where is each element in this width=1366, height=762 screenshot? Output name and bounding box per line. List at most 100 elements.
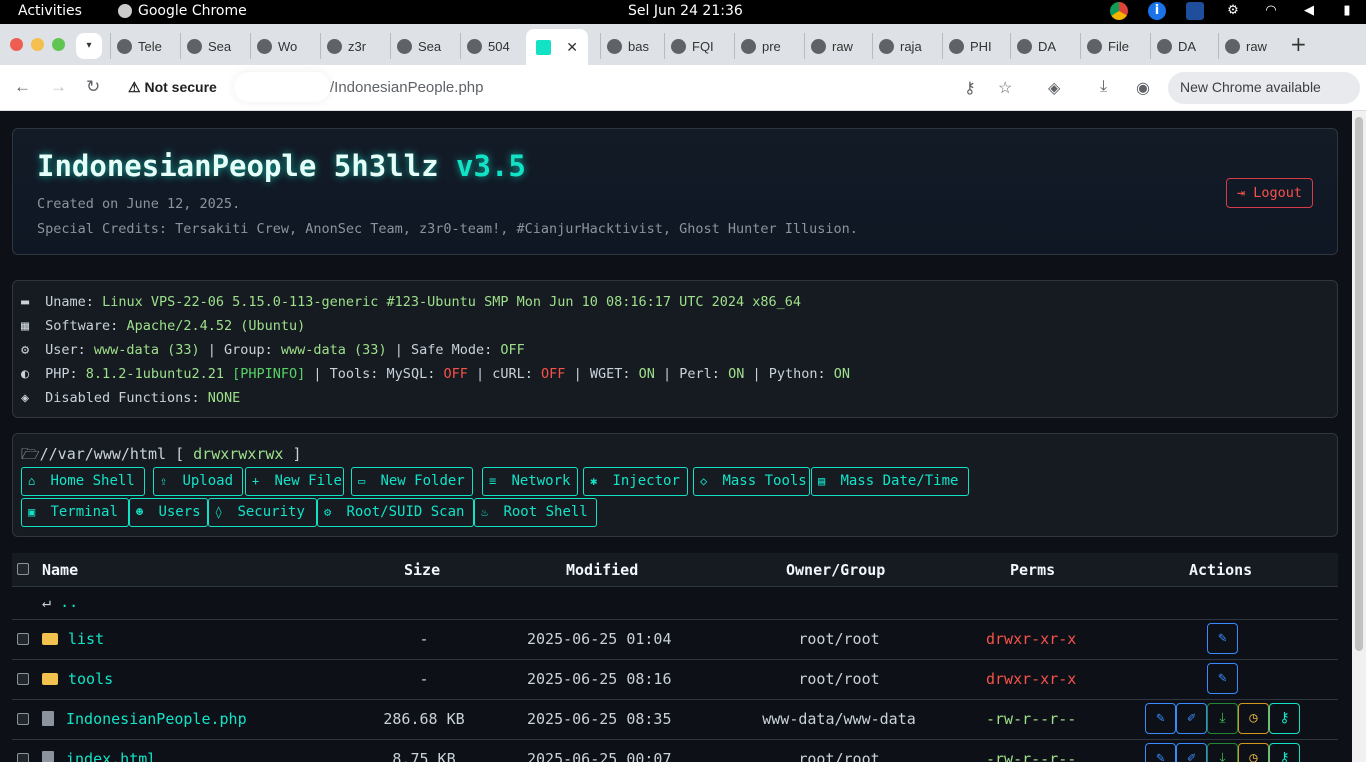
info-tray-icon[interactable]: i <box>1148 2 1166 20</box>
select-all-checkbox[interactable] <box>17 563 29 575</box>
battery-icon[interactable]: ▮ <box>1338 2 1356 20</box>
settings-gear-icon[interactable]: ⚙ <box>1224 2 1242 20</box>
file-perms[interactable]: -rw-r--r-- <box>986 710 1076 728</box>
home-shell-button[interactable]: ⌂ Home Shell <box>21 467 145 496</box>
touch-clock-icon[interactable]: ◷ <box>1238 703 1269 734</box>
address-input[interactable]: ⚠ Not secure /IndonesianPeople.php <box>118 72 958 104</box>
scrollbar-thumb[interactable] <box>1355 117 1363 651</box>
bookmark-star-icon[interactable]: ☆ <box>998 78 1012 98</box>
header-perms[interactable]: Perms <box>1010 561 1055 579</box>
browser-tab[interactable]: Sea <box>390 33 452 59</box>
file-perms[interactable]: -rw-r--r-- <box>986 750 1076 762</box>
new-file-button[interactable]: + New File <box>245 467 344 496</box>
table-row[interactable]: tools -2025-06-25 08:16 root/root drwxr-xr-… <box>12 659 1338 699</box>
browser-tab[interactable]: bas <box>600 33 662 59</box>
header-size[interactable]: Size <box>404 561 440 579</box>
browser-tab[interactable]: FQI <box>664 33 726 59</box>
browser-tab[interactable]: raw <box>1218 33 1280 59</box>
app-tray-icon[interactable] <box>1186 2 1204 20</box>
edit-file-icon[interactable]: ✎ <box>1145 703 1176 734</box>
browser-tab[interactable]: raw <box>804 33 866 59</box>
profile-avatar-icon[interactable]: ◉ <box>1136 78 1150 98</box>
new-chrome-available-button[interactable]: New Chrome available <box>1168 72 1360 104</box>
reload-icon[interactable]: ↻ <box>86 77 100 97</box>
parent-dir-link[interactable]: ↵ .. <box>42 593 78 611</box>
parent-dir-row[interactable]: ↵ .. <box>12 586 1338 619</box>
user-value: www-data (33) <box>93 342 200 358</box>
mass-date-time-button[interactable]: ▤ Mass Date/Time <box>811 467 969 496</box>
extensions-puzzle-icon[interactable]: ◈ <box>1048 78 1060 98</box>
rename-pencil-icon[interactable]: ✎ <box>1207 623 1238 654</box>
chmod-key-icon[interactable]: ⚷ <box>1269 703 1300 734</box>
browser-tab[interactable]: Wo <box>250 33 312 59</box>
phpinfo-link[interactable]: [PHPINFO] <box>232 366 305 382</box>
mass-tools-button[interactable]: ◇ Mass Tools <box>693 467 810 496</box>
close-window-icon[interactable] <box>10 38 23 51</box>
browser-tab[interactable]: Sea <box>180 33 242 59</box>
browser-tab[interactable]: DA <box>1150 33 1212 59</box>
file-perms[interactable]: drwxr-xr-x <box>986 670 1076 688</box>
upload-button[interactable]: ⇪ Upload <box>153 467 243 496</box>
browser-tab[interactable]: raja <box>872 33 934 59</box>
browser-tab[interactable]: 504 <box>460 33 522 59</box>
button-label: Home Shell <box>50 473 135 489</box>
download-icon[interactable]: ⤓ <box>1100 78 1107 96</box>
forward-arrow-icon[interactable]: → <box>50 77 67 97</box>
edit-file-icon[interactable]: ✎ <box>1145 743 1176 762</box>
download-icon[interactable]: ⤓ <box>1207 703 1238 734</box>
file-perms[interactable]: drwxr-xr-x <box>986 630 1076 648</box>
security-button[interactable]: ◊ Security <box>208 498 317 527</box>
browser-tab[interactable]: DA <box>1010 33 1072 59</box>
tab-title: raja <box>900 38 922 54</box>
tab-search-chevron-icon[interactable]: ▾ <box>76 33 102 59</box>
back-arrow-icon[interactable]: ← <box>14 77 31 97</box>
new-tab-plus-icon[interactable]: + <box>1290 32 1307 56</box>
tab-active[interactable]: ✕ <box>526 29 588 65</box>
network-button[interactable]: ≡ Network <box>482 467 578 496</box>
browser-tab[interactable]: pre <box>734 33 796 59</box>
path-link[interactable]: //var/www/html <box>40 445 166 463</box>
file-owner: root/root <box>798 750 880 762</box>
new-folder-button[interactable]: ▭ New Folder <box>351 467 473 496</box>
wifi-icon[interactable]: ◠ <box>1262 2 1280 20</box>
minimize-window-icon[interactable] <box>31 38 44 51</box>
clock[interactable]: Sel Jun 24 21:36 <box>628 3 743 19</box>
browser-tab[interactable]: PHI <box>942 33 1004 59</box>
browser-tab[interactable]: File <box>1080 33 1142 59</box>
app-menu[interactable]: Google Chrome <box>118 3 247 19</box>
injector-button[interactable]: ✱ Injector <box>583 467 688 496</box>
header-modified[interactable]: Modified <box>566 561 638 579</box>
header-owner[interactable]: Owner/Group <box>786 561 885 579</box>
activities-button[interactable]: Activities <box>18 3 82 19</box>
table-row[interactable]: IndonesianPeople.php 286.68 KB 2025-06-25 … <box>12 699 1338 739</box>
users-button[interactable]: ☻ Users <box>129 498 208 527</box>
tab-favicon-icon <box>741 38 756 54</box>
maximize-window-icon[interactable] <box>52 38 65 51</box>
password-key-icon[interactable]: ⚷ <box>964 78 976 98</box>
close-tab-icon[interactable]: ✕ <box>566 39 578 56</box>
tab-favicon-icon <box>467 38 482 54</box>
page-scrollbar[interactable] <box>1352 111 1366 762</box>
volume-icon[interactable]: ◀ <box>1300 2 1318 20</box>
header-name[interactable]: Name <box>42 561 78 579</box>
table-row[interactable]: index.html 8.75 KB 2025-06-25 00:07 root/ro… <box>12 739 1338 762</box>
chrome-tray-icon[interactable] <box>1110 2 1128 20</box>
app-name: Google Chrome <box>138 3 247 19</box>
terminal-icon: ▣ <box>28 505 36 519</box>
software-label: Software: <box>45 318 119 334</box>
not-secure-warning[interactable]: ⚠ Not secure <box>128 79 217 96</box>
rename-pencil-icon[interactable]: ✎ <box>1207 663 1238 694</box>
rename-pencil-icon[interactable]: ✐ <box>1176 743 1207 762</box>
logout-button[interactable]: ⇥ Logout <box>1225 178 1313 208</box>
root-shell-button[interactable]: ♨ Root Shell <box>474 498 597 527</box>
chmod-key-icon[interactable]: ⚷ <box>1269 743 1300 762</box>
download-icon[interactable]: ⤓ <box>1207 743 1238 762</box>
browser-tab[interactable]: Tele <box>110 33 172 59</box>
touch-clock-icon[interactable]: ◷ <box>1238 743 1269 762</box>
fire-icon: ♨ <box>481 505 489 519</box>
table-row[interactable]: list -2025-06-25 01:04 root/root drwxr-xr-x… <box>12 619 1338 659</box>
browser-tab[interactable]: z3r <box>320 33 382 59</box>
rename-pencil-icon[interactable]: ✐ <box>1176 703 1207 734</box>
root-suid-scan-button[interactable]: ⚙ Root/SUID Scan <box>317 498 474 527</box>
terminal-button[interactable]: ▣ Terminal <box>21 498 129 527</box>
